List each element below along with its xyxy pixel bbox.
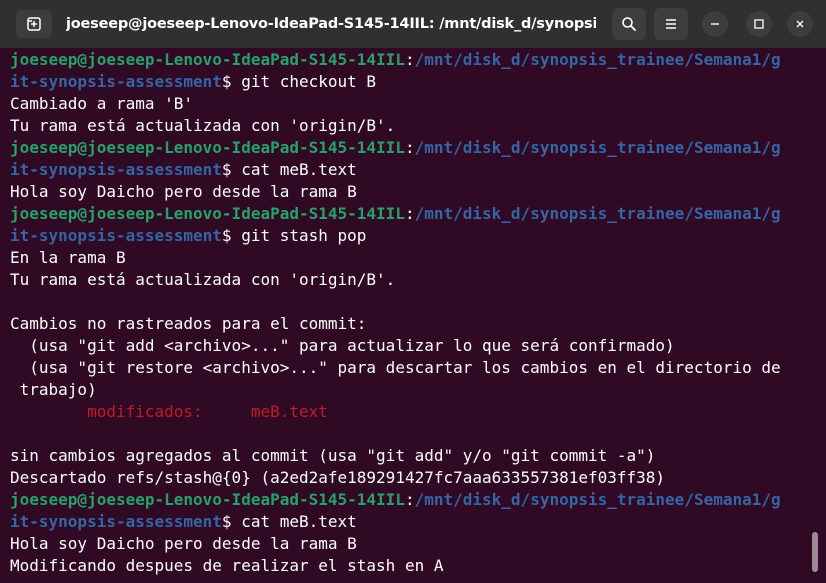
terminal-window: joeseep@joeseep-Lenovo-IdeaPad-S145-14II… [0, 0, 826, 583]
output-line: Tu rama está actualizada con 'origin/B'. [10, 270, 396, 289]
output-line: Descartado refs/stash@{0} (a2ed2afe18929… [10, 468, 666, 487]
prompt-line: joeseep@joeseep-Lenovo-IdeaPad-S145-14II… [10, 490, 781, 509]
hamburger-menu-icon [666, 19, 676, 29]
prompt-line: it-synopsis-assessment$ git stash pop [10, 226, 367, 245]
command-text: git checkout B [231, 72, 377, 91]
output-line: En la rama B [10, 248, 126, 267]
modified-file-text: modificados: meB.text [87, 402, 328, 421]
output-line: (usa "git restore <archivo>..." para des… [10, 358, 781, 377]
command-text: git stash pop [231, 226, 367, 245]
title-bar: joeseep@joeseep-Lenovo-IdeaPad-S145-14II… [0, 0, 826, 49]
search-button[interactable] [612, 8, 646, 40]
maximize-icon [754, 19, 764, 29]
command-text: cat meB.text [231, 512, 357, 531]
prompt-line: it-synopsis-assessment$ cat meB.text [10, 160, 357, 179]
scrollbar-thumb[interactable] [812, 532, 818, 572]
output-line: Modificando despues de realizar el stash… [10, 556, 444, 575]
prompt-line: joeseep@joeseep-Lenovo-IdeaPad-S145-14II… [10, 204, 781, 223]
output-line: Hola soy Daicho pero desde la rama B [10, 182, 357, 201]
output-line: Tu rama está actualizada con 'origin/B'. [10, 116, 396, 135]
prompt-line: it-synopsis-assessment$ git checkout B [10, 72, 377, 91]
output-line: Hola soy Daicho pero desde la rama B [10, 534, 357, 553]
terminal-output[interactable]: joeseep@joeseep-Lenovo-IdeaPad-S145-14II… [0, 49, 812, 583]
new-tab-button[interactable] [16, 10, 52, 38]
menu-button[interactable] [654, 8, 688, 40]
new-tab-icon [27, 17, 41, 31]
output-line: Cambios no rastreados para el commit: [10, 314, 367, 333]
prompt-line: it-synopsis-assessment$ cat meB.text [10, 512, 357, 531]
output-line: (usa "git add <archivo>..." para actuali… [10, 336, 675, 355]
output-line: trabajo) [10, 380, 97, 399]
output-line: Cambiado a rama 'B' [10, 94, 194, 113]
command-text: cat meB.text [231, 160, 357, 179]
maximize-button[interactable] [746, 11, 772, 37]
close-icon [796, 20, 804, 28]
window-title: joeseep@joeseep-Lenovo-IdeaPad-S145-14II… [66, 16, 596, 32]
close-button[interactable] [787, 11, 813, 37]
prompt-line: joeseep@joeseep-Lenovo-IdeaPad-S145-14II… [10, 50, 781, 69]
minimize-button[interactable] [702, 11, 728, 37]
modified-file-line: modificados: meB.text [10, 401, 812, 423]
search-icon [622, 17, 636, 31]
prompt-line: joeseep@joeseep-Lenovo-IdeaPad-S145-14II… [10, 138, 781, 157]
minimize-icon [711, 23, 719, 25]
output-line: sin cambios agregados al commit (usa "gi… [10, 446, 656, 465]
